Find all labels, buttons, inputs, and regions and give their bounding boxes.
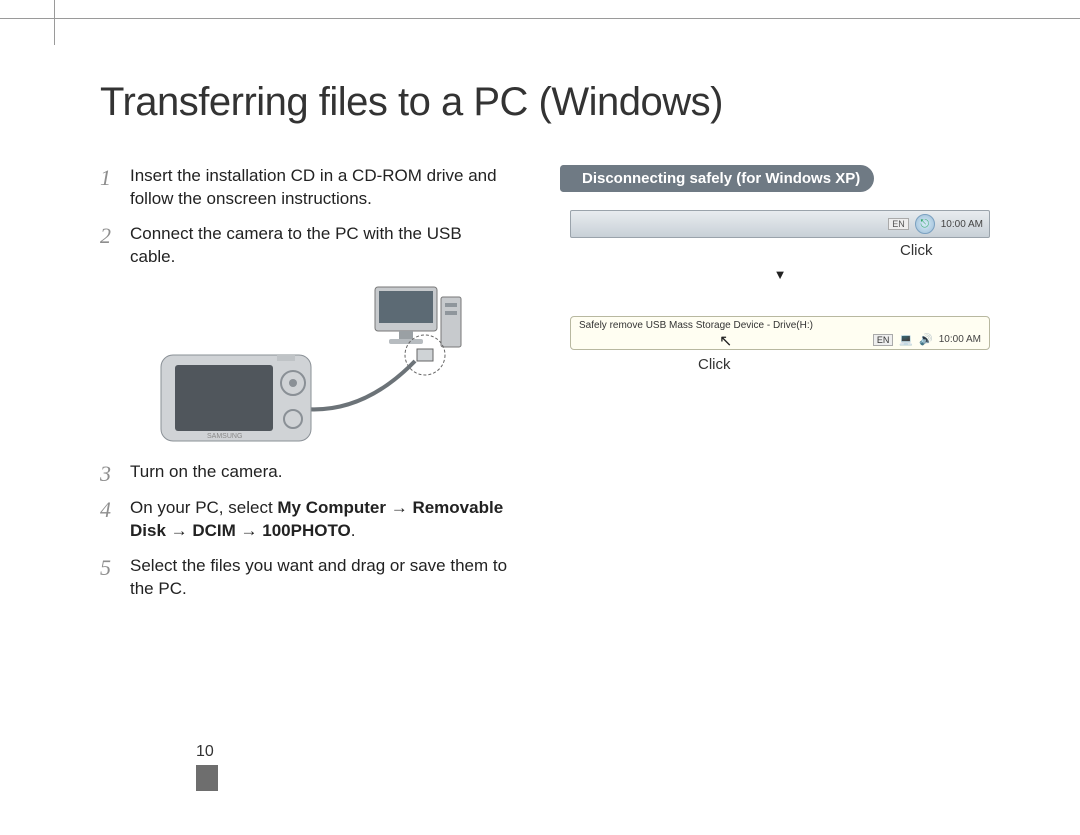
clock: 10:00 AM — [939, 334, 981, 345]
step-1: 1 Insert the installation CD in a CD-ROM… — [100, 165, 510, 211]
usb-connection-diagram: SAMSUNG — [145, 283, 465, 443]
cursor-icon: ↖ — [719, 331, 732, 351]
lang-indicator: EN — [888, 218, 909, 230]
step4-prefix: On your PC, select — [130, 498, 277, 517]
step-text: Turn on the camera. — [130, 461, 282, 485]
step4-suffix: . — [351, 521, 356, 540]
step-number: 1 — [100, 165, 118, 211]
step-number: 4 — [100, 497, 118, 543]
flow-arrow-icon: ▼ — [570, 267, 990, 282]
tray-icon: 🔊 — [919, 333, 933, 346]
page-body: Transferring files to a PC (Windows) 1 I… — [0, 0, 1080, 653]
taskbar-after: EN 💻 🔊 10:00 AM — [579, 333, 981, 346]
left-column: 1 Insert the installation CD in a CD-ROM… — [100, 165, 510, 613]
lang-indicator: EN — [873, 334, 894, 346]
click-label-1: Click — [900, 242, 1020, 259]
camera-pc-illustration: SAMSUNG — [100, 283, 510, 443]
safely-remove-icon: ⎋ — [915, 214, 935, 234]
left-rule — [54, 0, 55, 45]
step-text: Select the files you want and drag or sa… — [130, 555, 510, 601]
step-text: On your PC, select My Computer → Removab… — [130, 497, 510, 543]
step-number: 2 — [100, 223, 118, 269]
tray-icon: 💻 — [899, 333, 913, 346]
step-text: Connect the camera to the PC with the US… — [130, 223, 510, 269]
step-number: 5 — [100, 555, 118, 601]
clock: 10:00 AM — [941, 219, 983, 230]
taskbar-before: EN ⎋ 10:00 AM — [570, 210, 990, 238]
click-label-2: Click — [698, 356, 1020, 373]
page-number-mark — [196, 765, 218, 791]
step-number: 3 — [100, 461, 118, 485]
callout-title-bar: Disconnecting safely (for Windows XP) — [560, 165, 874, 192]
svg-text:SAMSUNG: SAMSUNG — [207, 433, 242, 440]
step-text: Insert the installation CD in a CD-ROM d… — [130, 165, 510, 211]
disconnect-illustration: EN ⎋ 10:00 AM Click ▼ Safely remove USB … — [560, 210, 1020, 373]
step-2: 2 Connect the camera to the PC with the … — [100, 223, 510, 269]
step-3: 3 Turn on the camera. — [100, 461, 510, 485]
two-column-layout: 1 Insert the installation CD in a CD-ROM… — [100, 165, 1020, 613]
page-title: Transferring files to a PC (Windows) — [100, 80, 1020, 125]
safely-remove-balloon: Safely remove USB Mass Storage Device - … — [570, 316, 990, 350]
balloon-text: Safely remove USB Mass Storage Device - … — [579, 320, 981, 331]
step-4: 4 On your PC, select My Computer → Remov… — [100, 497, 510, 543]
step-5: 5 Select the files you want and drag or … — [100, 555, 510, 601]
top-rule — [0, 18, 1080, 19]
page-number: 10 — [196, 743, 214, 761]
right-column: Disconnecting safely (for Windows XP) EN… — [560, 165, 1020, 613]
